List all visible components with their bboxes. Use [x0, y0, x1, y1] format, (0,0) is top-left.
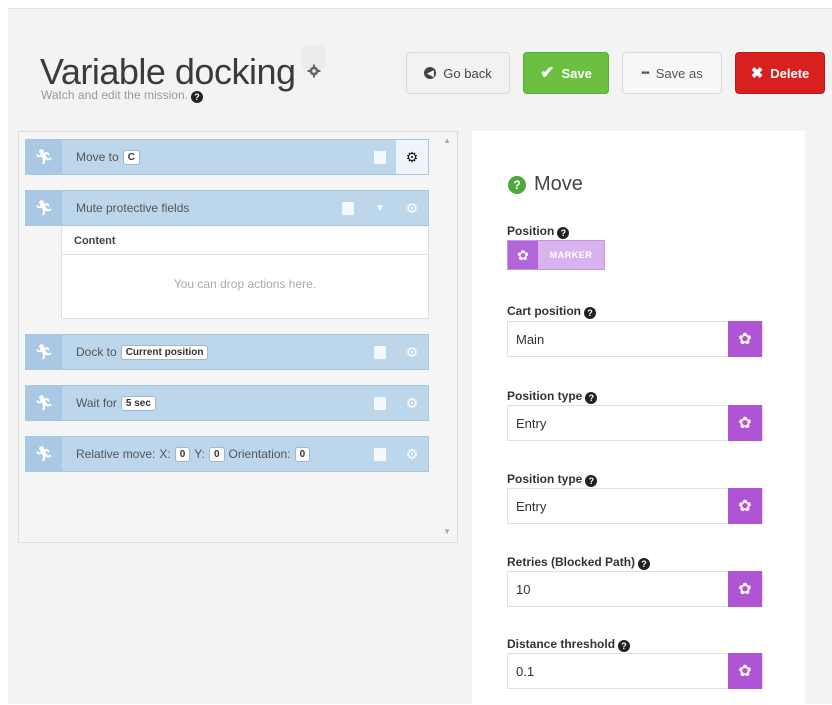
- position-type-label: Position type?: [507, 472, 598, 487]
- delete-button[interactable]: ✖ Delete: [735, 52, 825, 94]
- save-label: Save: [561, 65, 592, 81]
- action-label: Wait for 5 sec: [76, 395, 364, 411]
- check-icon: ✔: [540, 63, 555, 82]
- param-x-chip[interactable]: 0: [174, 446, 191, 462]
- position-type-value: Entry: [516, 498, 547, 514]
- page-title: Variable docking: [40, 45, 326, 93]
- delete-label: Delete: [770, 65, 810, 81]
- variable-icon: ✿: [508, 241, 538, 269]
- param-chip[interactable]: C: [122, 149, 140, 165]
- action-editor-panel: ? Move Position? ✿ MARKER Cart position?…: [472, 131, 805, 705]
- param-y-chip[interactable]: 0: [208, 446, 225, 462]
- go-back-button[interactable]: ◀ Go back: [406, 52, 510, 94]
- action-label: Relative move: X: 0 Y: 0 Orientation: 0: [76, 446, 364, 462]
- action-relative-move[interactable]: 🏃︎ Relative move: X: 0 Y: 0 Orientation:…: [25, 436, 429, 472]
- drop-hint: You can drop actions here.: [173, 277, 317, 291]
- distance-threshold-input[interactable]: 0.1: [507, 653, 763, 689]
- ellipsis-icon: •••: [641, 67, 649, 79]
- content-header: Content: [62, 227, 428, 255]
- runner-icon: 🏃︎: [26, 437, 62, 471]
- gear-icon[interactable]: [301, 45, 326, 78]
- copy-icon[interactable]: [364, 386, 396, 420]
- marker-label: MARKER: [549, 250, 593, 260]
- scroll-down-icon[interactable]: ▼: [443, 527, 451, 536]
- runner-icon: 🏃︎: [26, 335, 62, 369]
- runner-icon: 🏃︎: [26, 191, 62, 225]
- runner-icon: 🏃︎: [26, 386, 62, 420]
- action-label: Dock to Current position: [76, 344, 364, 360]
- chevron-down-icon[interactable]: ▼: [364, 191, 396, 225]
- action-dock-to[interactable]: 🏃︎ Dock to Current position ⚙: [25, 334, 429, 370]
- save-button[interactable]: ✔ Save: [523, 52, 609, 94]
- help-icon[interactable]: ?: [190, 91, 203, 103]
- param-chip[interactable]: 5 sec: [120, 395, 156, 411]
- action-wait-for[interactable]: 🏃︎ Wait for 5 sec ⚙: [25, 385, 429, 421]
- save-as-button[interactable]: ••• Save as: [622, 52, 722, 94]
- param-chip[interactable]: Current position: [120, 344, 209, 360]
- action-move-to[interactable]: 🏃︎ Move to C ⚙: [25, 139, 429, 175]
- editor-title: ? Move: [508, 173, 583, 196]
- position-type-value: Entry: [516, 415, 547, 431]
- position-label: Position?: [507, 224, 570, 239]
- back-icon: ◀: [424, 67, 437, 79]
- settings-gear-icon[interactable]: ⚙: [396, 437, 428, 471]
- variable-button[interactable]: ✿: [728, 653, 762, 689]
- mission-action-list: ▲ ▼ 🏃︎ Move to C ⚙ 🏃︎ Mute protective fi…: [18, 131, 458, 543]
- variable-button[interactable]: ✿: [728, 488, 762, 524]
- content-drop-area[interactable]: Content You can drop actions here.: [61, 227, 429, 319]
- position-type-label: Position type?: [507, 389, 598, 404]
- action-mute-protective-fields[interactable]: 🏃︎ Mute protective fields ▼ ⚙: [25, 190, 429, 226]
- retries-label: Retries (Blocked Path)?: [507, 555, 651, 570]
- copy-icon[interactable]: [332, 191, 364, 225]
- settings-gear-icon[interactable]: ⚙: [396, 191, 428, 225]
- variable-button[interactable]: ✿: [728, 571, 762, 607]
- save-as-label: Save as: [655, 65, 703, 81]
- settings-gear-icon[interactable]: ⚙: [396, 386, 428, 420]
- help-icon[interactable]: ?: [618, 640, 631, 652]
- copy-icon[interactable]: [364, 140, 396, 174]
- position-type-select[interactable]: Entry ⌄: [507, 488, 763, 524]
- page: Variable docking Watch and edit the miss…: [8, 8, 832, 705]
- param-orientation-chip[interactable]: 0: [294, 446, 311, 462]
- marker-selector-button[interactable]: ✿ MARKER: [507, 240, 605, 270]
- settings-gear-icon[interactable]: ⚙: [396, 335, 428, 369]
- copy-icon[interactable]: [364, 437, 396, 471]
- variable-button[interactable]: ✿: [728, 321, 762, 357]
- help-icon[interactable]: ?: [584, 307, 596, 319]
- cart-position-select[interactable]: Main ⌄: [507, 321, 763, 357]
- settings-gear-icon[interactable]: ⚙: [396, 140, 428, 174]
- help-icon[interactable]: ?: [638, 558, 651, 570]
- help-icon[interactable]: ?: [557, 227, 570, 239]
- help-icon[interactable]: ?: [585, 475, 598, 487]
- copy-icon[interactable]: [364, 335, 396, 369]
- help-icon[interactable]: ?: [585, 392, 598, 404]
- position-type-select[interactable]: Entry ⌄: [507, 405, 763, 441]
- variable-button[interactable]: ✿: [728, 405, 762, 441]
- scroll-up-icon[interactable]: ▲: [443, 136, 451, 145]
- distance-threshold-label: Distance threshold?: [507, 637, 631, 652]
- page-subtitle: Watch and edit the mission.?: [41, 88, 203, 103]
- action-label: Mute protective fields: [76, 201, 190, 215]
- go-back-label: Go back: [443, 65, 492, 81]
- runner-icon: 🏃︎: [26, 140, 62, 174]
- close-icon: ✖: [750, 65, 764, 82]
- cart-position-value: Main: [516, 331, 545, 347]
- help-icon[interactable]: ?: [508, 175, 526, 194]
- action-label: Move to C: [76, 149, 364, 165]
- cart-position-label: Cart position?: [507, 304, 596, 319]
- retries-input[interactable]: 10: [507, 571, 763, 607]
- distance-threshold-value: 0.1: [516, 663, 535, 679]
- retries-value: 10: [516, 581, 531, 597]
